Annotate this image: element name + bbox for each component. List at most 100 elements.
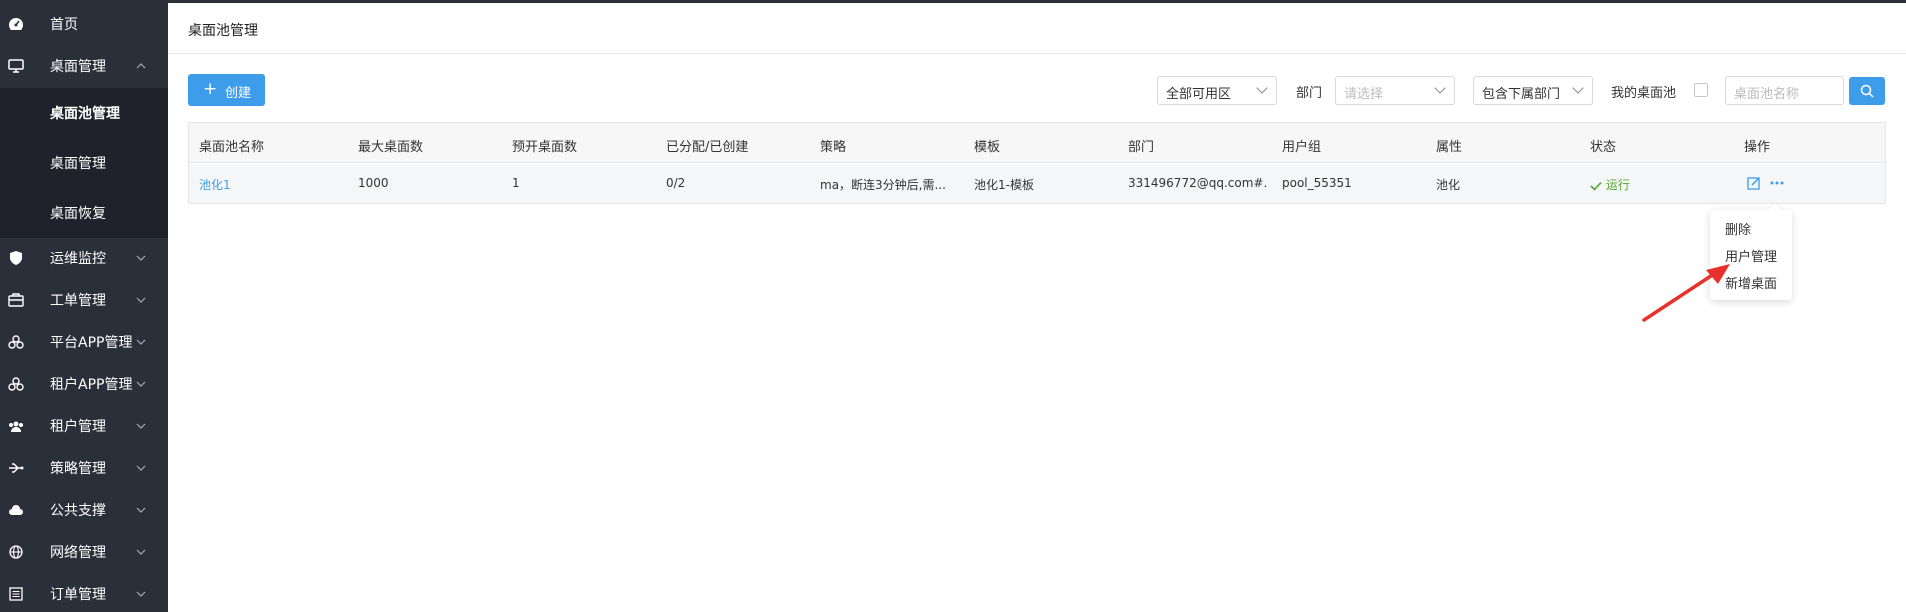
dept-select-placeholder: 请选择 bbox=[1344, 87, 1384, 102]
submenu-item-label: 桌面恢复 bbox=[50, 206, 106, 222]
column-header: 桌面池名称 bbox=[199, 140, 265, 155]
chevron-down-icon bbox=[1572, 82, 1584, 94]
page-header: 桌面池管理 bbox=[168, 3, 1906, 54]
submenu-item-label: 桌面池管理 bbox=[50, 106, 120, 122]
sidebar-item-tenant-app[interactable]: 租户APP管理 bbox=[0, 364, 168, 404]
chevron-down-icon bbox=[136, 339, 146, 345]
user-group-cell: pool_55351 bbox=[1282, 176, 1352, 190]
shield-icon bbox=[8, 250, 24, 266]
chevron-down-icon bbox=[136, 255, 146, 261]
sidebar-item-support[interactable]: 公共支撑 bbox=[0, 490, 168, 530]
chevron-down-icon bbox=[1256, 82, 1268, 94]
chevron-down-icon bbox=[136, 591, 146, 597]
create-button[interactable]: + 创建 bbox=[188, 74, 265, 106]
search-icon bbox=[1860, 84, 1874, 98]
dashboard-icon bbox=[8, 16, 24, 32]
chevron-down-icon bbox=[136, 297, 146, 303]
status-badge: 运行 bbox=[1590, 176, 1630, 193]
globe-icon bbox=[8, 544, 24, 560]
column-header: 部门 bbox=[1128, 140, 1155, 155]
dept-select[interactable]: 请选择 bbox=[1335, 76, 1455, 105]
submenu-item-desktop[interactable]: 桌面管理 bbox=[0, 143, 168, 183]
table-row: 池化1 1000 1 0/2 ma，断连3分钟后,需... 池化1-模板 331… bbox=[189, 164, 1885, 203]
sidebar-item-label: 租户APP管理 bbox=[50, 377, 133, 393]
submenu-item-label: 桌面管理 bbox=[50, 156, 106, 172]
column-header: 属性 bbox=[1436, 140, 1463, 155]
chevron-down-icon bbox=[136, 549, 146, 555]
sidebar-item-label: 租户管理 bbox=[50, 419, 106, 435]
pre-desktops-cell: 1 bbox=[512, 176, 520, 190]
sub-dept-select-value: 包含下属部门 bbox=[1482, 87, 1561, 102]
template-cell: 池化1-模板 bbox=[974, 178, 1034, 192]
sidebar-item-platform-app[interactable]: 平台APP管理 bbox=[0, 322, 168, 362]
sidebar-item-label: 运维监控 bbox=[50, 251, 106, 267]
assigned-cell: 0/2 bbox=[666, 176, 686, 190]
check-icon bbox=[1590, 181, 1602, 191]
pool-name-search-input[interactable]: 桌面池名称 bbox=[1725, 76, 1844, 105]
zone-select[interactable]: 全部可用区 bbox=[1157, 76, 1277, 105]
table-header: 桌面池名称 最大桌面数 预开桌面数 已分配/已创建 策略 模板 部门 用户组 属… bbox=[189, 123, 1885, 163]
max-desktops-cell: 1000 bbox=[358, 176, 389, 190]
sidebar-item-desktop[interactable]: 桌面管理 bbox=[0, 46, 168, 86]
chevron-down-icon bbox=[136, 465, 146, 471]
dept-cell: 331496772@qq.com#... bbox=[1128, 176, 1268, 190]
sidebar-item-tenant[interactable]: 租户管理 bbox=[0, 406, 168, 446]
chevron-up-icon bbox=[136, 63, 146, 69]
sidebar-item-label: 策略管理 bbox=[50, 461, 106, 477]
sidebar-item-label: 订单管理 bbox=[50, 587, 106, 603]
sidebar-item-label: 首页 bbox=[50, 17, 78, 33]
cloud-icon bbox=[8, 502, 24, 518]
usb-icon bbox=[8, 460, 24, 476]
sidebar: 首页 桌面管理 桌面池管理 桌面管理 桌面恢复 运维监控 工单管理 平台APP管… bbox=[0, 0, 168, 612]
chevron-down-icon bbox=[136, 507, 146, 513]
briefcase-icon bbox=[8, 292, 24, 308]
column-header: 模板 bbox=[974, 140, 1001, 155]
column-header: 预开桌面数 bbox=[512, 140, 578, 155]
menu-item-delete[interactable]: 删除 bbox=[1710, 214, 1792, 240]
apps-icon bbox=[8, 376, 24, 392]
search-placeholder: 桌面池名称 bbox=[1734, 87, 1800, 102]
dept-label: 部门 bbox=[1296, 86, 1323, 101]
page-title: 桌面池管理 bbox=[188, 23, 258, 39]
column-header: 最大桌面数 bbox=[358, 140, 424, 155]
menu-item-label: 删除 bbox=[1725, 223, 1752, 238]
column-header: 操作 bbox=[1744, 140, 1771, 155]
sidebar-item-label: 网络管理 bbox=[50, 545, 106, 561]
sidebar-item-order[interactable]: 订单管理 bbox=[0, 574, 168, 612]
attribute-cell: 池化 bbox=[1436, 178, 1461, 192]
pool-name-link[interactable]: 池化1 bbox=[199, 176, 231, 193]
monitor-icon bbox=[8, 58, 24, 74]
submenu-item-pool[interactable]: 桌面池管理 bbox=[0, 93, 168, 133]
edit-icon[interactable] bbox=[1747, 176, 1761, 190]
column-header: 已分配/已创建 bbox=[666, 140, 749, 155]
sidebar-item-network[interactable]: 网络管理 bbox=[0, 532, 168, 572]
chevron-down-icon bbox=[136, 381, 146, 387]
zone-select-value: 全部可用区 bbox=[1166, 87, 1232, 102]
sidebar-item-label: 公共支撑 bbox=[50, 503, 106, 519]
apps-icon bbox=[8, 334, 24, 350]
column-header: 策略 bbox=[820, 140, 847, 155]
search-button[interactable] bbox=[1849, 77, 1885, 105]
create-button-label: 创建 bbox=[225, 86, 252, 101]
my-pool-checkbox[interactable] bbox=[1694, 83, 1708, 97]
policy-cell: ma，断连3分钟后,需... bbox=[820, 178, 945, 192]
my-pool-label: 我的桌面池 bbox=[1611, 86, 1677, 101]
sub-dept-select[interactable]: 包含下属部门 bbox=[1473, 76, 1593, 105]
more-icon[interactable] bbox=[1769, 176, 1785, 190]
chevron-down-icon bbox=[1434, 82, 1446, 94]
users-icon bbox=[8, 418, 24, 434]
sidebar-item-policy[interactable]: 策略管理 bbox=[0, 448, 168, 488]
annotation-arrow bbox=[1642, 264, 1730, 322]
chevron-down-icon bbox=[136, 423, 146, 429]
sidebar-item-label: 工单管理 bbox=[50, 293, 106, 309]
plus-icon: + bbox=[203, 79, 218, 99]
sidebar-item-monitor[interactable]: 运维监控 bbox=[0, 238, 168, 278]
sidebar-item-label: 桌面管理 bbox=[50, 59, 106, 75]
sidebar-item-label: 平台APP管理 bbox=[50, 335, 133, 351]
sidebar-item-ticket[interactable]: 工单管理 bbox=[0, 280, 168, 320]
column-header: 状态 bbox=[1590, 140, 1617, 155]
list-icon bbox=[8, 586, 24, 602]
submenu-item-restore[interactable]: 桌面恢复 bbox=[0, 193, 168, 233]
sidebar-item-home[interactable]: 首页 bbox=[0, 4, 168, 44]
column-header: 用户组 bbox=[1282, 140, 1322, 155]
